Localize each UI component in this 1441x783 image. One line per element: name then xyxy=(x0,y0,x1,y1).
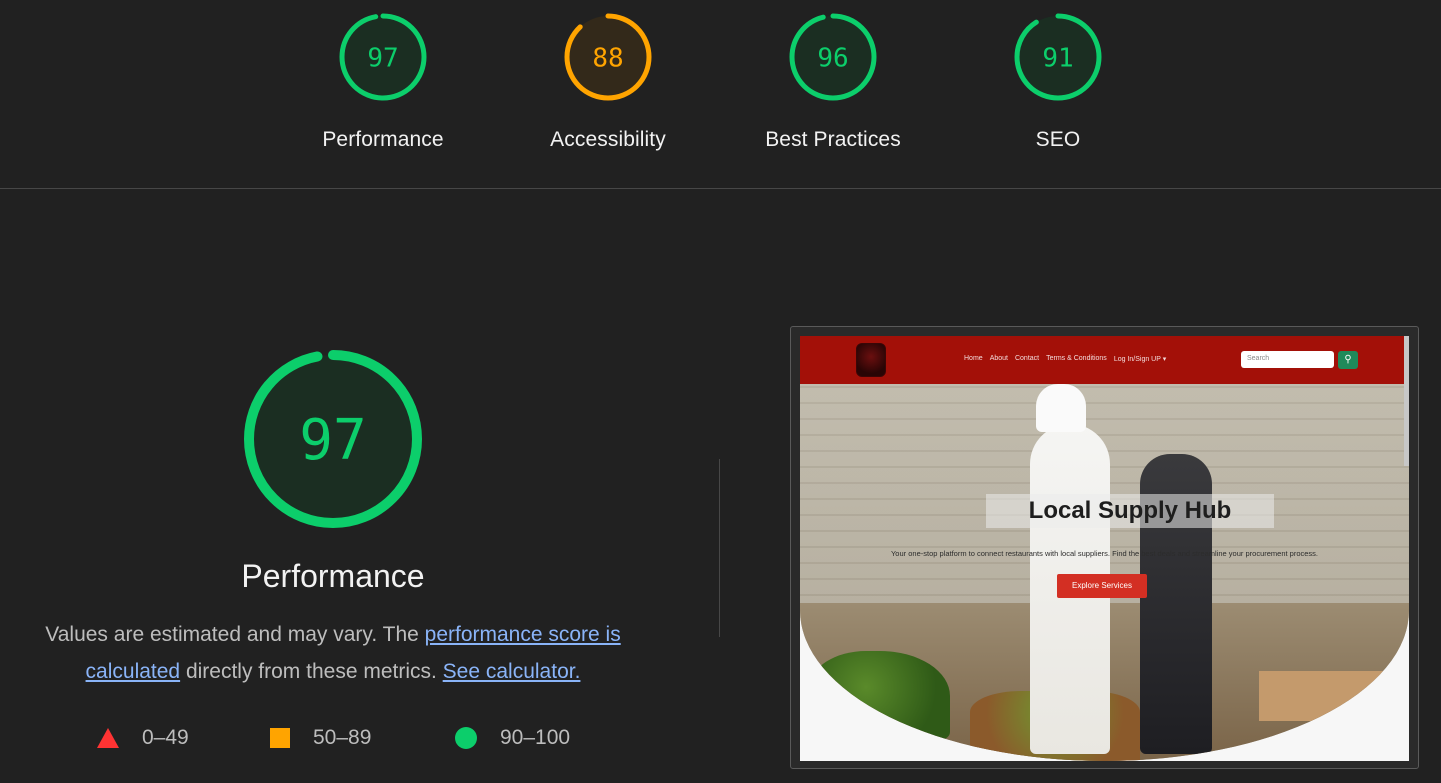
square-icon xyxy=(270,728,290,748)
nav-link: Contact xyxy=(1014,355,1040,362)
score-legend: 0–49 50–89 90–100 xyxy=(0,726,666,758)
nav-link: Home xyxy=(964,355,983,362)
category-gauges: 97 Performance 88 Accessibility 96 Best … xyxy=(0,0,1441,188)
performance-score-gauge: 97 xyxy=(244,350,422,528)
gauge-performance[interactable]: 97 Performance xyxy=(283,10,483,152)
site-hero-title: Local Supply Hub xyxy=(986,494,1274,528)
performance-title: Performance xyxy=(241,558,425,594)
gauge-ring: 96 xyxy=(789,13,877,101)
gauge-ring: 91 xyxy=(1014,13,1102,101)
nav-link: Log In/Sign UP ▾ xyxy=(1113,356,1167,363)
site-navbar: Home About Contact Terms & Conditions Lo… xyxy=(800,336,1409,384)
final-screenshot[interactable]: Home About Contact Terms & Conditions Lo… xyxy=(790,326,1419,769)
gauge-label: Best Practices xyxy=(765,128,901,151)
gauge-seo[interactable]: 91 SEO xyxy=(958,10,1158,152)
section-divider xyxy=(0,188,1441,189)
gauge-score: 91 xyxy=(1042,43,1073,73)
legend-range: 50–89 xyxy=(313,726,372,749)
gauge-label: SEO xyxy=(1035,128,1081,151)
gauge-score: 97 xyxy=(367,43,398,73)
gauge-best-practices[interactable]: 96 Best Practices xyxy=(733,10,933,152)
see-calculator-link[interactable]: See calculator. xyxy=(443,660,581,683)
legend-item-fail: 0–49 xyxy=(96,726,189,750)
gauge-ring: 97 xyxy=(339,13,427,101)
site-explore-button: Explore Services xyxy=(1057,574,1147,598)
site-hero-image xyxy=(800,384,1409,761)
legend-range: 90–100 xyxy=(500,726,571,749)
nav-link: Terms & Conditions xyxy=(1046,355,1107,362)
legend-item-pass: 90–100 xyxy=(454,726,570,750)
screenshot-image: Home About Contact Terms & Conditions Lo… xyxy=(800,336,1409,761)
gauge-ring: 88 xyxy=(564,13,652,101)
legend-range: 0–49 xyxy=(142,726,189,749)
site-scrollbar xyxy=(1404,336,1409,466)
site-search-input: Search xyxy=(1241,351,1334,368)
search-icon: ⚲ xyxy=(1338,351,1358,369)
gauge-accessibility[interactable]: 88 Accessibility xyxy=(508,10,708,152)
triangle-icon xyxy=(97,728,119,748)
desc-text: Values are estimated and may vary. The xyxy=(45,623,425,646)
gauge-score: 96 xyxy=(817,43,848,73)
gauge-score: 88 xyxy=(592,43,623,73)
gauge-label: Performance xyxy=(322,128,444,151)
nav-link: About xyxy=(989,355,1008,362)
performance-description: Values are estimated and may vary. The p… xyxy=(10,616,656,690)
site-nav-links: Home About Contact Terms & Conditions Lo… xyxy=(964,355,1166,363)
site-logo xyxy=(856,343,886,377)
gauge-label: Accessibility xyxy=(550,128,666,151)
site-hero-subtitle: Your one-stop platform to connect restau… xyxy=(890,549,1319,558)
legend-item-average: 50–89 xyxy=(269,726,371,750)
vertical-divider xyxy=(719,459,720,637)
circle-icon xyxy=(455,727,477,749)
desc-text: directly from these metrics. xyxy=(180,660,443,683)
performance-score: 97 xyxy=(299,408,366,473)
